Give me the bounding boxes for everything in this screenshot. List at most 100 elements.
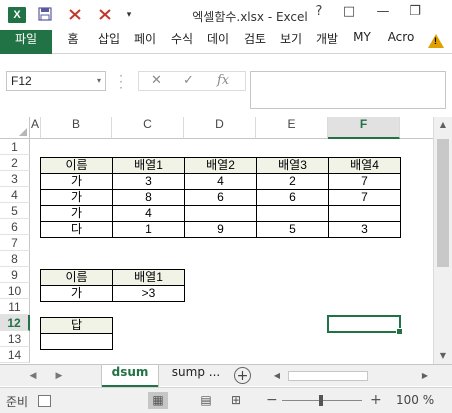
tab-insert[interactable]: 삽입 bbox=[92, 30, 126, 54]
table-header-name[interactable]: 이름 bbox=[40, 157, 113, 174]
table-cell[interactable]: 다 bbox=[40, 221, 113, 238]
table-header-array4[interactable]: 배열4 bbox=[328, 157, 401, 174]
zoom-slider-knob[interactable] bbox=[319, 395, 323, 406]
insert-function-icon[interactable]: fx bbox=[217, 72, 229, 90]
row-header-2[interactable]: 2 bbox=[0, 155, 30, 171]
restore-button[interactable]: ❐ bbox=[404, 4, 426, 24]
table-cell[interactable]: 6 bbox=[184, 189, 257, 206]
horizontal-scrollbar[interactable]: ◀ ▶ bbox=[270, 368, 432, 384]
column-header-d[interactable]: D bbox=[184, 117, 256, 139]
row-header-11[interactable]: 11 bbox=[0, 299, 30, 315]
tab-acrobat[interactable]: Acro bbox=[384, 30, 418, 54]
scroll-down-icon[interactable]: ▼ bbox=[434, 348, 452, 364]
enter-icon[interactable]: ✓ bbox=[183, 72, 194, 90]
sheet-tab-dsum[interactable]: dsum bbox=[102, 365, 158, 387]
table-cell[interactable]: 가 bbox=[40, 173, 113, 190]
row-header-1[interactable]: 1 bbox=[0, 139, 30, 155]
row-header-14[interactable]: 14 bbox=[0, 347, 30, 363]
tab-review[interactable]: 검토 bbox=[239, 30, 271, 54]
table-cell[interactable]: 5 bbox=[256, 221, 329, 238]
criteria-header-array1[interactable]: 배열1 bbox=[112, 269, 185, 286]
macro-recording-icon[interactable] bbox=[38, 395, 51, 407]
table-cell[interactable]: 7 bbox=[328, 173, 401, 190]
formula-bar-splitter[interactable]: · · · bbox=[118, 70, 124, 94]
table-header-array2[interactable]: 배열2 bbox=[184, 157, 257, 174]
answer-header[interactable]: 답 bbox=[40, 317, 113, 334]
column-header-a[interactable]: A bbox=[30, 117, 41, 139]
column-header-f[interactable]: F bbox=[328, 117, 400, 139]
row-header-10[interactable]: 10 bbox=[0, 283, 30, 299]
table-cell[interactable]: 3 bbox=[112, 173, 185, 190]
row-header-3[interactable]: 3 bbox=[0, 171, 30, 187]
tab-formulas[interactable]: 수식 bbox=[166, 30, 198, 54]
table-cell[interactable]: 2 bbox=[256, 173, 329, 190]
formula-input[interactable] bbox=[250, 71, 446, 109]
column-header-b[interactable]: B bbox=[41, 117, 112, 139]
table-cell[interactable]: 1 bbox=[112, 221, 185, 238]
table-cell[interactable]: 3 bbox=[328, 221, 401, 238]
table-cell[interactable]: 가 bbox=[40, 189, 113, 206]
help-button[interactable]: ? bbox=[308, 4, 330, 24]
tab-my[interactable]: MY bbox=[348, 30, 376, 54]
horizontal-scroll-thumb[interactable] bbox=[288, 371, 368, 381]
row-header-4[interactable]: 4 bbox=[0, 187, 30, 203]
save-icon[interactable] bbox=[36, 7, 54, 23]
previous-sheet-icon[interactable]: ◀ bbox=[26, 365, 40, 387]
cancel-icon[interactable]: ✕ bbox=[151, 72, 162, 90]
table-cell[interactable] bbox=[256, 205, 329, 222]
column-header-e[interactable]: E bbox=[256, 117, 328, 139]
vertical-scroll-thumb[interactable] bbox=[437, 139, 449, 267]
tab-home[interactable]: 홈 bbox=[60, 30, 86, 54]
tab-developer[interactable]: 개발 bbox=[311, 30, 343, 54]
table-header-array3[interactable]: 배열3 bbox=[256, 157, 329, 174]
table-header-array1[interactable]: 배열1 bbox=[112, 157, 185, 174]
table-cell[interactable]: 7 bbox=[328, 189, 401, 206]
row-header-9[interactable]: 9 bbox=[0, 267, 30, 283]
scroll-up-icon[interactable]: ▲ bbox=[434, 117, 452, 133]
active-cell-f12[interactable] bbox=[327, 315, 403, 335]
column-header-c[interactable]: C bbox=[112, 117, 184, 139]
row-header-5[interactable]: 5 bbox=[0, 203, 30, 219]
tab-page-layout[interactable]: 페이 bbox=[129, 30, 161, 54]
criteria-cell-condition[interactable]: >3 bbox=[112, 285, 185, 302]
table-cell[interactable]: 8 bbox=[112, 189, 185, 206]
zoom-slider[interactable] bbox=[282, 395, 362, 406]
minimize-button[interactable]: — bbox=[372, 4, 394, 24]
warning-icon[interactable]: ! bbox=[428, 34, 444, 48]
criteria-cell-name[interactable]: 가 bbox=[40, 285, 113, 302]
undo-icon[interactable] bbox=[66, 7, 84, 23]
table-cell[interactable] bbox=[184, 205, 257, 222]
select-all-button[interactable] bbox=[0, 117, 30, 139]
answer-cell[interactable] bbox=[40, 333, 113, 350]
table-cell[interactable]: 가 bbox=[40, 205, 113, 222]
ribbon-display-options-button[interactable]: □ bbox=[338, 4, 360, 24]
next-sheet-icon[interactable]: ▶ bbox=[52, 365, 66, 387]
customize-quick-access-icon[interactable]: ▾ bbox=[120, 7, 138, 23]
row-header-6[interactable]: 6 bbox=[0, 219, 30, 235]
table-cell[interactable]: 4 bbox=[184, 173, 257, 190]
criteria-header-name[interactable]: 이름 bbox=[40, 269, 113, 286]
table-cell[interactable] bbox=[328, 205, 401, 222]
name-box-dropdown-icon[interactable]: ▾ bbox=[97, 72, 101, 90]
sheet-tab-sump[interactable]: sump ... bbox=[164, 365, 228, 387]
table-cell[interactable]: 9 bbox=[184, 221, 257, 238]
page-break-preview-icon[interactable]: ⊞ bbox=[226, 392, 246, 409]
zoom-out-button[interactable]: − bbox=[266, 392, 278, 409]
table-cell[interactable]: 4 bbox=[112, 205, 185, 222]
row-header-7[interactable]: 7 bbox=[0, 235, 30, 251]
row-header-8[interactable]: 8 bbox=[0, 251, 30, 267]
normal-view-icon[interactable]: ▦ bbox=[148, 392, 168, 409]
page-layout-view-icon[interactable]: ▤ bbox=[196, 392, 216, 409]
vertical-scrollbar[interactable]: ▲ ▼ bbox=[433, 117, 452, 364]
table-cell[interactable]: 6 bbox=[256, 189, 329, 206]
add-sheet-button[interactable]: + bbox=[234, 367, 251, 384]
scroll-left-icon[interactable]: ◀ bbox=[270, 368, 284, 384]
tab-data[interactable]: 데이 bbox=[202, 30, 234, 54]
redo-icon[interactable] bbox=[96, 7, 114, 23]
tab-file[interactable]: 파일 bbox=[0, 30, 52, 54]
tab-view[interactable]: 보기 bbox=[275, 30, 307, 54]
name-box[interactable]: F12 ▾ bbox=[6, 71, 106, 91]
zoom-level[interactable]: 100 % bbox=[396, 393, 434, 407]
worksheet-grid[interactable]: A B C D E F 1 2 3 4 5 6 7 8 9 10 11 12 1… bbox=[0, 117, 452, 364]
scroll-right-icon[interactable]: ▶ bbox=[418, 368, 432, 384]
